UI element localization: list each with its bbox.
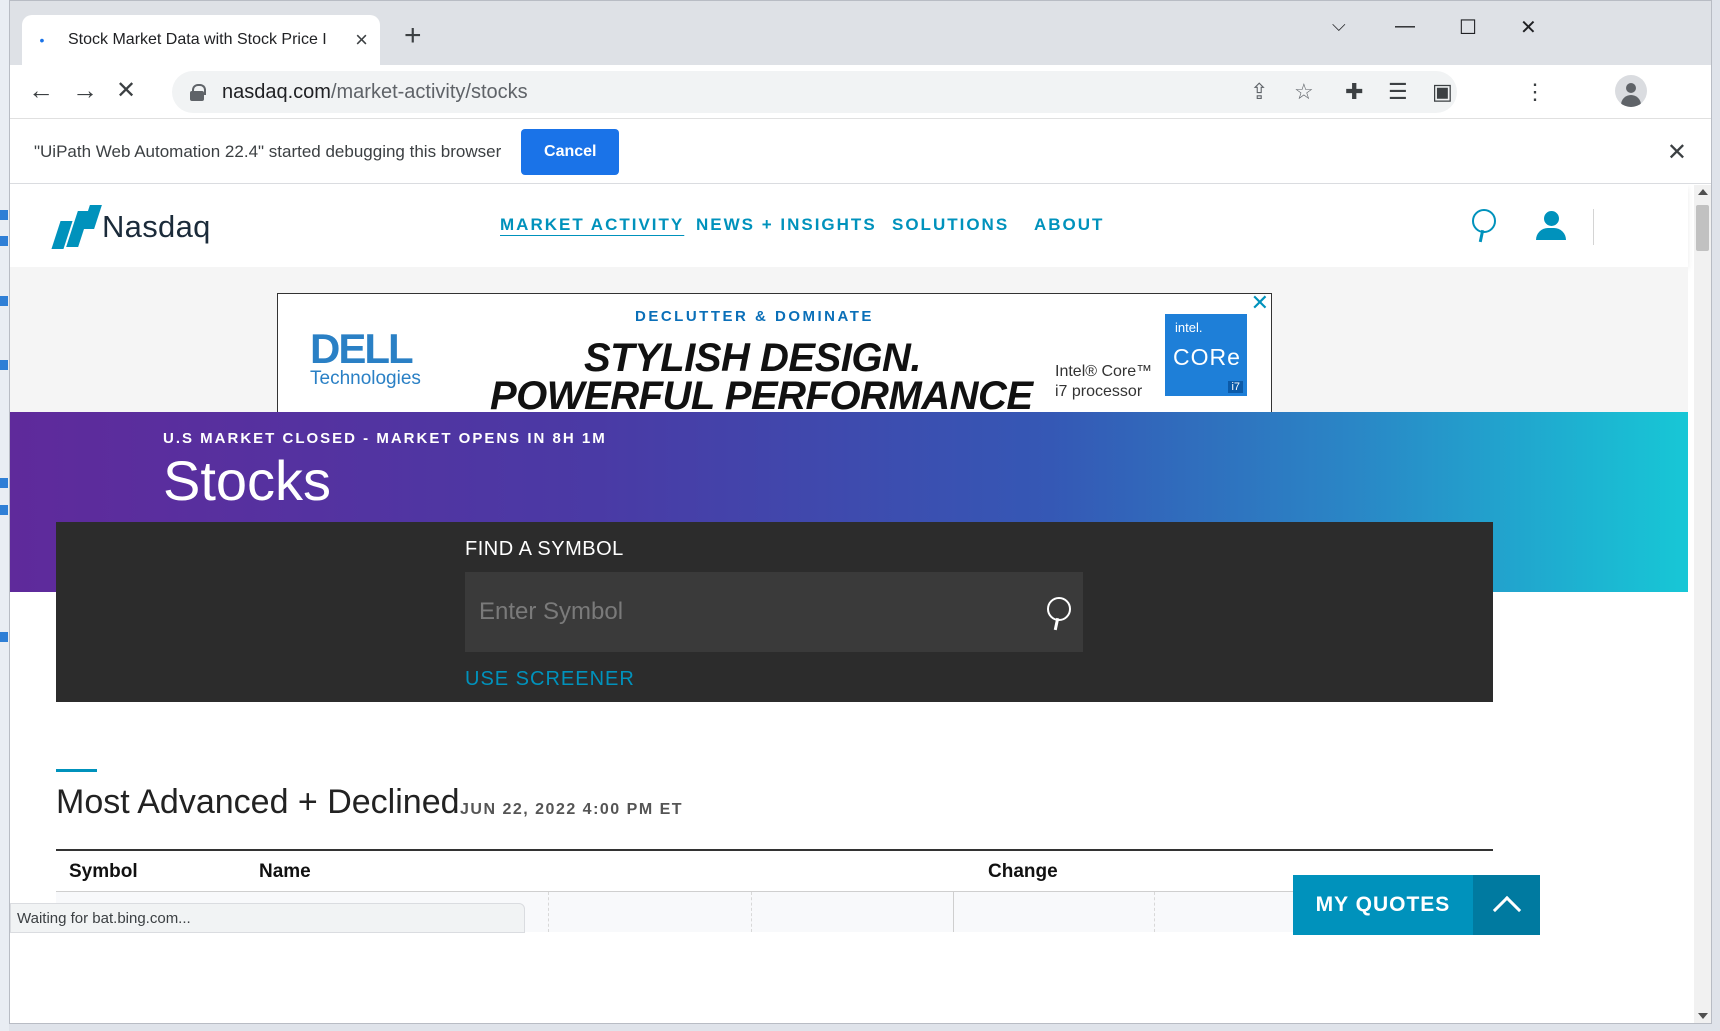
debug-infobar: "UiPath Web Automation 22.4" started deb… [10, 120, 1711, 184]
tab-title: Stock Market Data with Stock Price I [68, 31, 327, 48]
site-header: Nasdaq MARKET ACTIVITY NEWS + INSIGHTS S… [10, 185, 1688, 267]
cancel-debug-button[interactable]: Cancel [521, 128, 620, 175]
intel-badge-mid: CORe [1173, 344, 1241, 370]
url-path: /market-activity/stocks [330, 80, 528, 103]
table-top-rule [56, 849, 1493, 851]
symbol-search-input[interactable] [465, 572, 1083, 652]
new-tab-icon[interactable]: + [404, 21, 422, 51]
logo-text: Nasdaq [102, 209, 211, 244]
page-content: Nasdaq MARKET ACTIVITY NEWS + INSIGHTS S… [10, 185, 1696, 1023]
dell-logo-subtext: Technologies [310, 368, 421, 389]
maximize-icon[interactable]: ☐ [1459, 15, 1477, 40]
scroll-thumb[interactable] [1696, 205, 1709, 251]
scroll-down-arrow-icon[interactable] [1698, 1013, 1708, 1019]
header-divider [1593, 209, 1594, 245]
use-screener-link[interactable]: USE SCREENER [465, 668, 635, 691]
page-scrollbar[interactable] [1694, 185, 1711, 1023]
more-menu-icon[interactable]: ⋮ [1524, 79, 1546, 105]
scroll-up-arrow-icon[interactable] [1698, 189, 1708, 195]
site-search-icon[interactable] [1472, 209, 1496, 243]
nav-solutions[interactable]: SOLUTIONS [892, 215, 1009, 235]
symbol-search-icon[interactable] [1047, 597, 1071, 631]
minimize-icon[interactable]: — [1395, 15, 1415, 38]
my-quotes-button[interactable]: MY QUOTES [1293, 875, 1473, 935]
extensions-puzzle-icon[interactable]: ✚ [1345, 79, 1363, 105]
dell-logo-text: DELL [310, 325, 414, 372]
nav-news-insights[interactable]: NEWS + INSIGHTS [696, 215, 877, 235]
column-header-change[interactable]: Change [988, 861, 1058, 883]
intel-badge-top: intel. [1175, 320, 1203, 335]
expand-quotes-button[interactable] [1473, 875, 1540, 935]
browser-window: • Stock Market Data with Stock Price I ×… [9, 0, 1712, 1024]
find-symbol-label: FIND A SYMBOL [465, 538, 624, 560]
my-quotes-widget[interactable]: MY QUOTES [1293, 875, 1540, 935]
tab-search-chevron-icon[interactable]: ⌵ [1332, 15, 1346, 36]
forward-icon[interactable]: → [72, 77, 98, 103]
column-header-name[interactable]: Name [259, 861, 311, 883]
market-status: U.S MARKET CLOSED - MARKET OPENS IN 8H 1… [163, 430, 607, 447]
lock-icon [190, 84, 206, 101]
profile-avatar-icon[interactable] [1615, 75, 1647, 107]
close-infobar-icon[interactable]: ✕ [1667, 138, 1687, 167]
loading-favicon-icon: • [39, 32, 45, 48]
bookmark-star-icon[interactable]: ☆ [1294, 79, 1314, 105]
tab-strip: • Stock Market Data with Stock Price I ×… [10, 1, 1711, 65]
column-divider [548, 892, 549, 932]
nav-market-activity[interactable]: MARKET ACTIVITY [500, 215, 684, 235]
side-panel-icon[interactable]: ▣ [1432, 79, 1453, 105]
dell-logo: DELL Technologies [310, 328, 421, 390]
ad-tagline: DECLUTTER & DOMINATE [635, 308, 874, 325]
intel-badge-bottom: i7 [1228, 381, 1243, 393]
back-icon[interactable]: ← [28, 77, 54, 103]
column-divider [751, 892, 752, 932]
browser-tab[interactable]: • Stock Market Data with Stock Price I × [22, 15, 380, 65]
close-tab-icon[interactable]: × [355, 29, 368, 51]
browser-toolbar: ← → ✕ nasdaq.com/market-activity/stocks … [10, 65, 1711, 119]
column-divider [1154, 892, 1155, 932]
nav-about[interactable]: ABOUT [1034, 215, 1104, 235]
desktop-edge [0, 0, 9, 1031]
stop-loading-icon[interactable]: ✕ [116, 79, 136, 103]
ad-processor-text: Intel® Core™ i7 processor [1055, 362, 1152, 402]
user-account-icon[interactable] [1536, 211, 1566, 243]
page-title: Stocks [163, 449, 332, 512]
nasdaq-logo[interactable]: Nasdaq [48, 205, 211, 249]
url-host: nasdaq.com [222, 80, 331, 103]
section-accent-bar [56, 769, 97, 772]
browser-status-bar: Waiting for bat.bing.com... [10, 903, 525, 933]
processor-line-2: i7 processor [1055, 383, 1143, 400]
dell-banner-ad[interactable]: ✕ DELL Technologies DECLUTTER & DOMINATE… [277, 292, 1272, 418]
infobar-message: "UiPath Web Automation 22.4" started deb… [34, 141, 502, 161]
nasdaq-logo-mark-icon [48, 205, 102, 249]
ad-close-icon[interactable]: ✕ [1251, 292, 1269, 314]
section-title: Most Advanced + Declined [56, 783, 460, 821]
reading-list-icon[interactable]: ☰ [1388, 79, 1408, 105]
find-symbol-panel: FIND A SYMBOL USE SCREENER [56, 522, 1493, 702]
close-window-icon[interactable]: ✕ [1520, 15, 1537, 40]
column-header-symbol[interactable]: Symbol [69, 861, 138, 883]
column-divider [953, 892, 954, 932]
address-bar[interactable]: nasdaq.com/market-activity/stocks ⇪ ☆ [172, 71, 1457, 113]
ad-container: ✕ DELL Technologies DECLUTTER & DOMINATE… [10, 267, 1688, 418]
processor-line-1: Intel® Core™ [1055, 363, 1153, 380]
chevron-up-icon [1492, 895, 1521, 925]
section-date: JUN 22, 2022 4:00 PM ET [460, 801, 684, 818]
intel-core-badge: intel. CORe i7 [1165, 314, 1247, 396]
share-icon[interactable]: ⇪ [1250, 79, 1268, 105]
